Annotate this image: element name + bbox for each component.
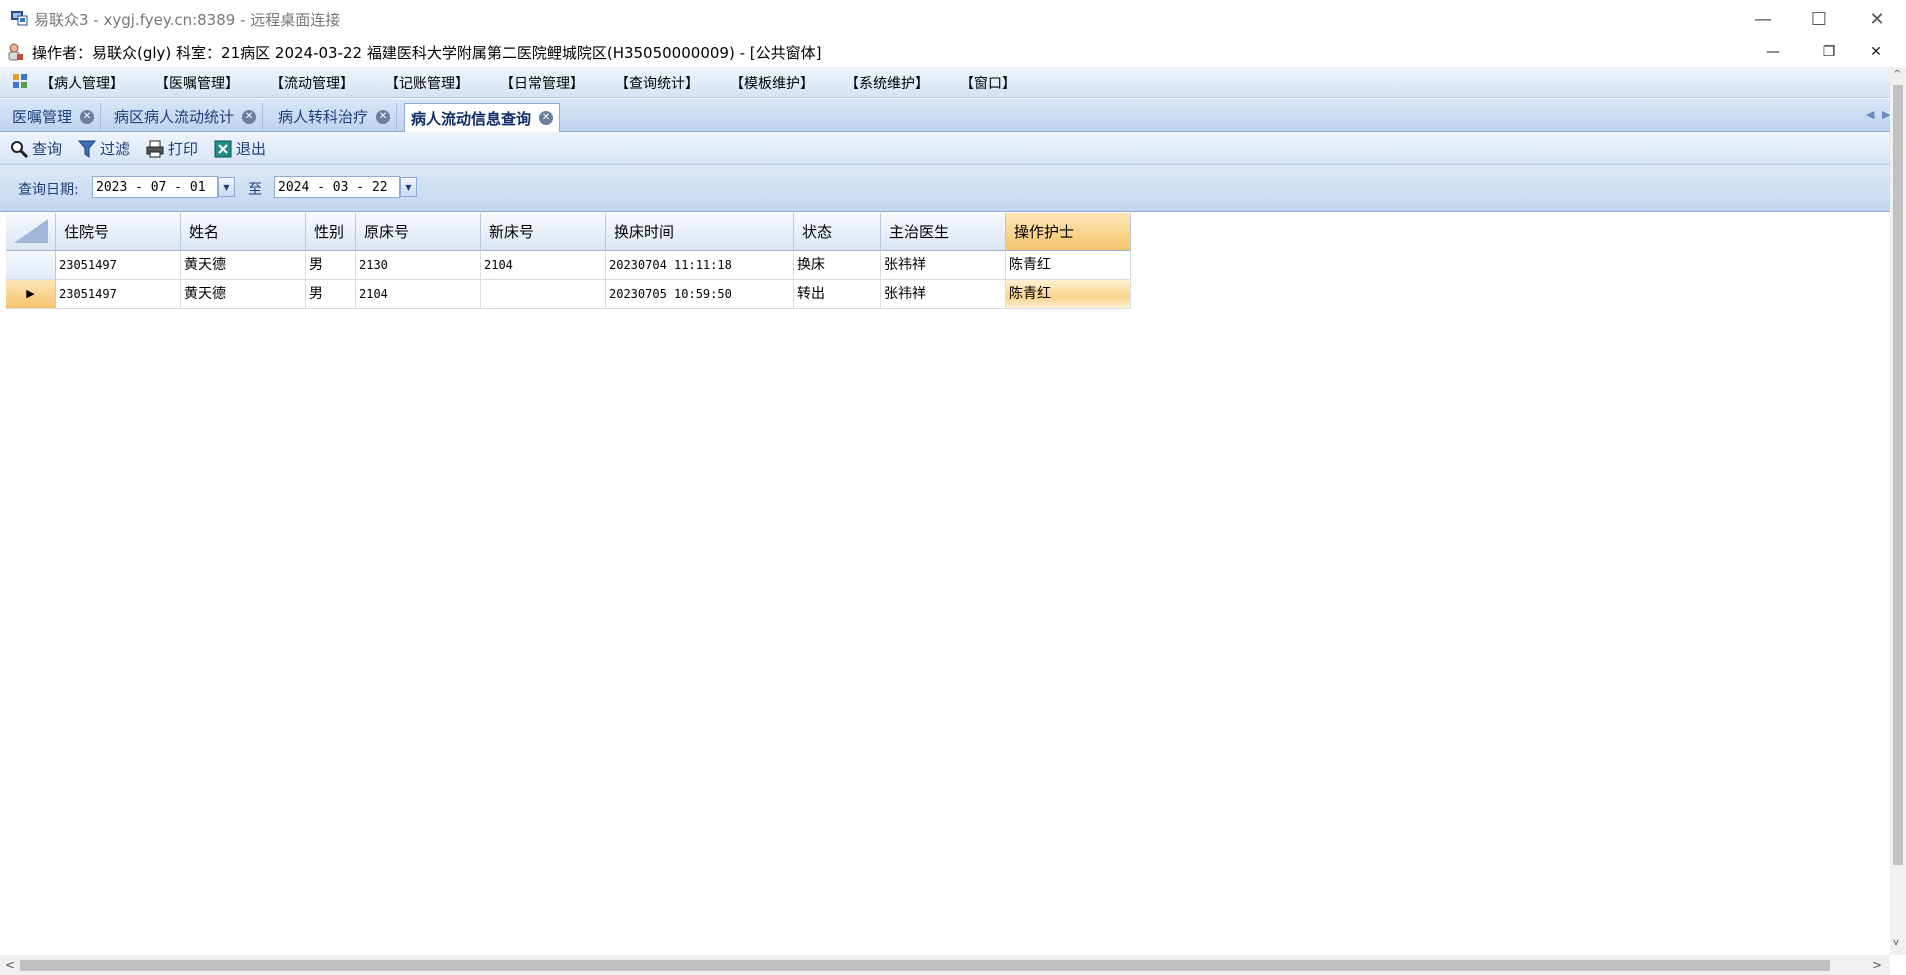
query-date-label: 查询日期: <box>18 182 79 198</box>
column-header-operating-nurse[interactable]: 操作护士 <box>1006 213 1131 251</box>
scroll-right-icon[interactable]: > <box>1872 958 1882 972</box>
table-cell[interactable]: 2130 <box>356 251 481 280</box>
operator-icon <box>8 43 23 61</box>
tab-ward-flow-statistics[interactable]: 病区病人流动统计 ✕ <box>108 103 264 130</box>
app-menu-icon[interactable] <box>12 73 28 89</box>
exit-button[interactable]: 退出 <box>214 138 266 159</box>
subwindow-close-button[interactable]: ✕ <box>1862 38 1890 66</box>
tab-patient-flow-query[interactable]: 病人流动信息查询 ✕ <box>404 103 561 132</box>
menu-window[interactable]: 【窗口】 <box>960 73 1016 93</box>
corner-triangle-icon <box>14 219 48 243</box>
menu-template-maintenance[interactable]: 【模板维护】 <box>730 73 814 93</box>
horizontal-scroll-thumb[interactable] <box>20 960 1830 971</box>
to-label: 至 <box>248 182 262 198</box>
table-cell[interactable]: 男 <box>306 251 356 280</box>
operator-info-text: 操作者：易联众(gly) 科室：21病区 2024-03-22 福建医科大学附属… <box>32 44 822 62</box>
table-cell[interactable]: 23051497 <box>56 280 181 309</box>
main-menu-bar: 【病人管理】 【医嘱管理】 【流动管理】 【记账管理】 【日常管理】 【查询统计… <box>0 67 1890 98</box>
subwindow-restore-button[interactable]: ❐ <box>1804 38 1854 66</box>
menu-daily-management[interactable]: 【日常管理】 <box>500 73 584 93</box>
column-header-status[interactable]: 状态 <box>794 213 881 251</box>
printer-icon <box>146 140 164 157</box>
current-row-indicator-icon[interactable]: ▶ <box>6 280 56 309</box>
column-header-attending-doctor[interactable]: 主治医生 <box>881 213 1006 251</box>
operator-info-bar: 操作者：易联众(gly) 科室：21病区 2024-03-22 福建医科大学附属… <box>0 38 1906 66</box>
end-date-dropdown-icon[interactable]: ▼ <box>400 177 417 197</box>
menu-order-management[interactable]: 【医嘱管理】 <box>155 73 239 93</box>
filter-button[interactable]: 过滤 <box>78 138 130 159</box>
table-cell[interactable]: 男 <box>306 280 356 309</box>
row-header[interactable] <box>6 251 56 280</box>
table-cell[interactable]: 2104 <box>481 251 606 280</box>
table-cell[interactable]: 20230705 10:59:50 <box>606 280 794 309</box>
action-toolbar: 查询 过滤 打印 退出 <box>0 132 1890 165</box>
window-title: 易联众3 - xygj.fyey.cn:8389 - 远程桌面连接 <box>34 11 341 29</box>
window-minimize-button[interactable]: — <box>1734 0 1792 38</box>
tab-label: 病人转科治疗 <box>278 108 369 126</box>
column-header-old-bed[interactable]: 原床号 <box>356 213 481 251</box>
date-filter-panel: 查询日期: 2023 - 07 - 01 ▼ 至 2024 - 03 - 22 … <box>0 165 1890 212</box>
table-cell[interactable]: 转出 <box>794 280 881 309</box>
table-cell[interactable]: 张祎祥 <box>881 251 1006 280</box>
window-maximize-button[interactable]: ☐ <box>1790 0 1848 38</box>
scroll-left-icon[interactable]: < <box>5 958 15 972</box>
tab-label: 病人流动信息查询 <box>411 109 532 128</box>
table-cell[interactable]: 23051497 <box>56 251 181 280</box>
column-header-admission-no[interactable]: 住院号 <box>56 213 181 251</box>
exit-label: 退出 <box>236 140 267 158</box>
document-tab-bar: 医嘱管理 ✕ 病区病人流动统计 ✕ 病人转科治疗 ✕ 病人流动信息查询 ✕ <box>0 99 1890 132</box>
start-date-dropdown-icon[interactable]: ▼ <box>218 177 235 197</box>
tab-scroll-left-icon[interactable]: ◀ <box>1866 108 1874 121</box>
table-cell[interactable]: 换床 <box>794 251 881 280</box>
table-cell[interactable]: 20230704 11:11:18 <box>606 251 794 280</box>
table-cell[interactable]: 张祎祥 <box>881 280 1006 309</box>
print-label: 打印 <box>168 140 199 158</box>
remote-desktop-icon <box>11 11 28 26</box>
search-icon <box>11 140 28 158</box>
menu-billing-management[interactable]: 【记账管理】 <box>385 73 469 93</box>
column-header-gender[interactable]: 性别 <box>306 213 356 251</box>
menu-system-maintenance[interactable]: 【系统维护】 <box>845 73 929 93</box>
column-header-change-time[interactable]: 换床时间 <box>606 213 794 251</box>
scroll-up-icon[interactable]: ^ <box>1893 69 1901 80</box>
table-cell[interactable]: 2104 <box>356 280 481 309</box>
grid-select-all[interactable] <box>6 213 56 251</box>
table-cell[interactable]: 黄天德 <box>181 251 306 280</box>
menu-flow-management[interactable]: 【流动管理】 <box>270 73 354 93</box>
query-label: 查询 <box>32 140 63 158</box>
exit-icon <box>214 140 232 157</box>
print-button[interactable]: 打印 <box>146 138 198 159</box>
end-date-input[interactable]: 2024 - 03 - 22 <box>274 176 400 198</box>
tab-label: 病区病人流动统计 <box>114 108 235 126</box>
tab-patient-transfer[interactable]: 病人转科治疗 ✕ <box>272 103 398 130</box>
horizontal-scrollbar[interactable]: < > <box>0 955 1890 975</box>
column-header-name[interactable]: 姓名 <box>181 213 306 251</box>
close-icon[interactable]: ✕ <box>539 111 554 125</box>
column-header-new-bed[interactable]: 新床号 <box>481 213 606 251</box>
selected-cell[interactable]: 陈青红 <box>1006 280 1131 309</box>
funnel-icon <box>78 140 96 158</box>
vertical-scroll-thumb[interactable] <box>1893 85 1903 865</box>
subwindow-minimize-button[interactable]: — <box>1748 38 1798 66</box>
table-cell[interactable]: 陈青红 <box>1006 251 1131 280</box>
scroll-down-icon[interactable]: v <box>1893 937 1899 948</box>
menu-query-statistics[interactable]: 【查询统计】 <box>615 73 699 93</box>
close-icon[interactable]: ✕ <box>242 109 257 124</box>
window-close-button[interactable]: ✕ <box>1848 0 1906 38</box>
query-button[interactable]: 查询 <box>10 138 62 159</box>
start-date-input[interactable]: 2023 - 07 - 01 <box>92 176 218 198</box>
menu-patient-management[interactable]: 【病人管理】 <box>40 73 124 93</box>
close-icon[interactable]: ✕ <box>80 109 95 124</box>
close-icon[interactable]: ✕ <box>376 109 391 124</box>
tab-order-management[interactable]: 医嘱管理 ✕ <box>6 103 102 130</box>
vertical-scrollbar[interactable]: ^ v <box>1890 67 1906 955</box>
window-title-bar: 易联众3 - xygj.fyey.cn:8389 - 远程桌面连接 — ☐ ✕ <box>0 0 1906 38</box>
tab-label: 医嘱管理 <box>12 108 73 126</box>
filter-label: 过滤 <box>100 140 131 158</box>
table-cell[interactable]: 黄天德 <box>181 280 306 309</box>
table-cell[interactable] <box>481 280 606 309</box>
